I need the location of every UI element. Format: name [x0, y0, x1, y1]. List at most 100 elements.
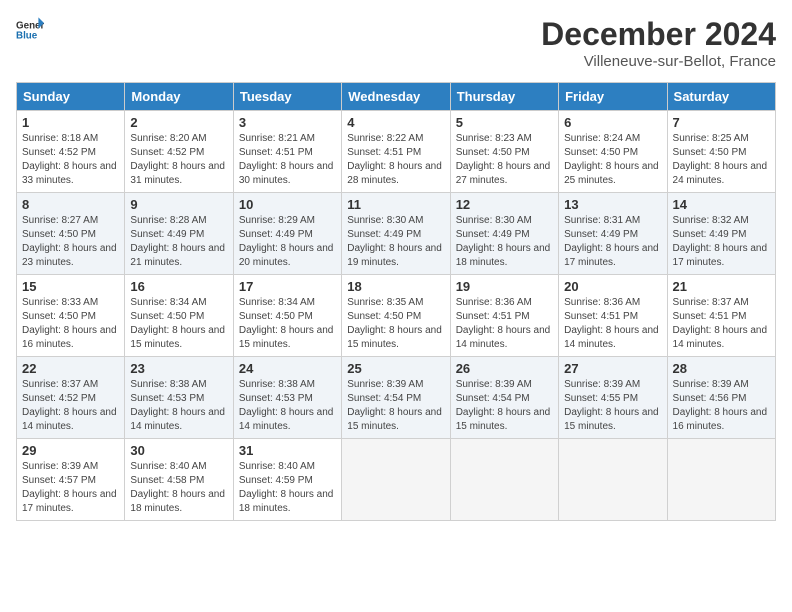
day-number: 14: [673, 197, 770, 212]
day-info: Sunrise: 8:39 AMSunset: 4:55 PMDaylight:…: [564, 378, 661, 434]
calendar-week-row: 1 Sunrise: 8:18 AMSunset: 4:52 PMDaylight…: [17, 111, 776, 193]
day-info: Sunrise: 8:39 AMSunset: 4:54 PMDaylight:…: [456, 378, 553, 434]
col-monday: Monday: [125, 83, 233, 111]
table-row: [667, 439, 775, 521]
day-number: 19: [456, 279, 553, 294]
table-row: 7 Sunrise: 8:25 AMSunset: 4:50 PMDaylight…: [667, 111, 775, 193]
location-title: Villeneuve-sur-Bellot, France: [541, 53, 776, 70]
day-info: Sunrise: 8:32 AMSunset: 4:49 PMDaylight:…: [673, 214, 770, 270]
day-number: 17: [239, 279, 336, 294]
day-info: Sunrise: 8:40 AMSunset: 4:58 PMDaylight:…: [130, 460, 227, 516]
day-number: 4: [347, 115, 444, 130]
day-number: 13: [564, 197, 661, 212]
day-info: Sunrise: 8:21 AMSunset: 4:51 PMDaylight:…: [239, 132, 336, 188]
day-info: Sunrise: 8:36 AMSunset: 4:51 PMDaylight:…: [564, 296, 661, 352]
day-number: 11: [347, 197, 444, 212]
table-row: 2 Sunrise: 8:20 AMSunset: 4:52 PMDaylight…: [125, 111, 233, 193]
day-info: Sunrise: 8:36 AMSunset: 4:51 PMDaylight:…: [456, 296, 553, 352]
day-number: 10: [239, 197, 336, 212]
table-row: 30Sunrise: 8:40 AMSunset: 4:58 PMDayligh…: [125, 439, 233, 521]
day-info: Sunrise: 8:40 AMSunset: 4:59 PMDaylight:…: [239, 460, 336, 516]
title-area: December 2024 Villeneuve-sur-Bellot, Fra…: [541, 16, 776, 70]
day-number: 2: [130, 115, 227, 130]
logo-icon: General Blue: [16, 16, 44, 44]
day-info: Sunrise: 8:39 AMSunset: 4:57 PMDaylight:…: [22, 460, 119, 516]
col-wednesday: Wednesday: [342, 83, 450, 111]
day-number: 15: [22, 279, 119, 294]
day-info: Sunrise: 8:37 AMSunset: 4:51 PMDaylight:…: [673, 296, 770, 352]
day-number: 22: [22, 361, 119, 376]
day-number: 18: [347, 279, 444, 294]
table-row: 1 Sunrise: 8:18 AMSunset: 4:52 PMDaylight…: [17, 111, 125, 193]
day-number: 24: [239, 361, 336, 376]
day-info: Sunrise: 8:33 AMSunset: 4:50 PMDaylight:…: [22, 296, 119, 352]
col-saturday: Saturday: [667, 83, 775, 111]
table-row: 5Sunrise: 8:23 AMSunset: 4:50 PMDaylight…: [450, 111, 558, 193]
day-info: Sunrise: 8:38 AMSunset: 4:53 PMDaylight:…: [239, 378, 336, 434]
day-info: Sunrise: 8:22 AMSunset: 4:51 PMDaylight:…: [347, 132, 444, 188]
day-number: 5: [456, 115, 553, 130]
day-number: 8: [22, 197, 119, 212]
calendar-week-row: 15 Sunrise: 8:33 AMSunset: 4:50 PMDayligh…: [17, 275, 776, 357]
table-row: 15 Sunrise: 8:33 AMSunset: 4:50 PMDayligh…: [17, 275, 125, 357]
col-thursday: Thursday: [450, 83, 558, 111]
day-info: Sunrise: 8:25 AMSunset: 4:50 PMDaylight:…: [673, 132, 770, 188]
day-number: 9: [130, 197, 227, 212]
col-sunday: Sunday: [17, 83, 125, 111]
table-row: 13 Sunrise: 8:31 AMSunset: 4:49 PMDayligh…: [559, 193, 667, 275]
table-row: 10 Sunrise: 8:29 AMSunset: 4:49 PMDayligh…: [233, 193, 341, 275]
day-info: Sunrise: 8:38 AMSunset: 4:53 PMDaylight:…: [130, 378, 227, 434]
day-number: 21: [673, 279, 770, 294]
day-info: Sunrise: 8:39 AMSunset: 4:56 PMDaylight:…: [673, 378, 770, 434]
day-info: Sunrise: 8:30 AMSunset: 4:49 PMDaylight:…: [456, 214, 553, 270]
day-number: 27: [564, 361, 661, 376]
table-row: 19 Sunrise: 8:36 AMSunset: 4:51 PMDayligh…: [450, 275, 558, 357]
table-row: 12Sunrise: 8:30 AMSunset: 4:49 PMDayligh…: [450, 193, 558, 275]
table-row: 9 Sunrise: 8:28 AMSunset: 4:49 PMDaylight…: [125, 193, 233, 275]
table-row: [342, 439, 450, 521]
table-row: 11 Sunrise: 8:30 AMSunset: 4:49 PMDayligh…: [342, 193, 450, 275]
day-number: 25: [347, 361, 444, 376]
day-number: 1: [22, 115, 119, 130]
svg-text:Blue: Blue: [16, 30, 38, 41]
table-row: 29 Sunrise: 8:39 AMSunset: 4:57 PMDayligh…: [17, 439, 125, 521]
col-friday: Friday: [559, 83, 667, 111]
table-row: 14 Sunrise: 8:32 AMSunset: 4:49 PMDayligh…: [667, 193, 775, 275]
day-number: 23: [130, 361, 227, 376]
day-info: Sunrise: 8:20 AMSunset: 4:52 PMDaylight:…: [130, 132, 227, 188]
day-number: 29: [22, 443, 119, 458]
table-row: 22 Sunrise: 8:37 AMSunset: 4:52 PMDayligh…: [17, 357, 125, 439]
day-info: Sunrise: 8:28 AMSunset: 4:49 PMDaylight:…: [130, 214, 227, 270]
day-info: Sunrise: 8:34 AMSunset: 4:50 PMDaylight:…: [130, 296, 227, 352]
day-info: Sunrise: 8:30 AMSunset: 4:49 PMDaylight:…: [347, 214, 444, 270]
calendar-table: Sunday Monday Tuesday Wednesday Thursday…: [16, 82, 776, 521]
day-info: Sunrise: 8:24 AMSunset: 4:50 PMDaylight:…: [564, 132, 661, 188]
month-title: December 2024: [541, 16, 776, 53]
table-row: 31 Sunrise: 8:40 AMSunset: 4:59 PMDayligh…: [233, 439, 341, 521]
day-info: Sunrise: 8:18 AMSunset: 4:52 PMDaylight:…: [22, 132, 119, 188]
table-row: 23 Sunrise: 8:38 AMSunset: 4:53 PMDayligh…: [125, 357, 233, 439]
table-row: 20 Sunrise: 8:36 AMSunset: 4:51 PMDayligh…: [559, 275, 667, 357]
calendar-week-row: 8 Sunrise: 8:27 AMSunset: 4:50 PMDaylight…: [17, 193, 776, 275]
day-number: 6: [564, 115, 661, 130]
table-row: [559, 439, 667, 521]
table-row: 6 Sunrise: 8:24 AMSunset: 4:50 PMDaylight…: [559, 111, 667, 193]
day-number: 20: [564, 279, 661, 294]
day-info: Sunrise: 8:31 AMSunset: 4:49 PMDaylight:…: [564, 214, 661, 270]
day-info: Sunrise: 8:34 AMSunset: 4:50 PMDaylight:…: [239, 296, 336, 352]
day-number: 28: [673, 361, 770, 376]
day-info: Sunrise: 8:29 AMSunset: 4:49 PMDaylight:…: [239, 214, 336, 270]
table-row: [450, 439, 558, 521]
table-row: 17 Sunrise: 8:34 AMSunset: 4:50 PMDayligh…: [233, 275, 341, 357]
calendar-week-row: 22 Sunrise: 8:37 AMSunset: 4:52 PMDayligh…: [17, 357, 776, 439]
table-row: 26Sunrise: 8:39 AMSunset: 4:54 PMDayligh…: [450, 357, 558, 439]
day-info: Sunrise: 8:27 AMSunset: 4:50 PMDaylight:…: [22, 214, 119, 270]
table-row: 28 Sunrise: 8:39 AMSunset: 4:56 PMDayligh…: [667, 357, 775, 439]
header-row: Sunday Monday Tuesday Wednesday Thursday…: [17, 83, 776, 111]
header: General Blue December 2024 Villeneuve-su…: [16, 16, 776, 70]
day-info: Sunrise: 8:35 AMSunset: 4:50 PMDaylight:…: [347, 296, 444, 352]
day-number: 31: [239, 443, 336, 458]
calendar-week-row: 29 Sunrise: 8:39 AMSunset: 4:57 PMDayligh…: [17, 439, 776, 521]
day-number: 7: [673, 115, 770, 130]
day-info: Sunrise: 8:37 AMSunset: 4:52 PMDaylight:…: [22, 378, 119, 434]
